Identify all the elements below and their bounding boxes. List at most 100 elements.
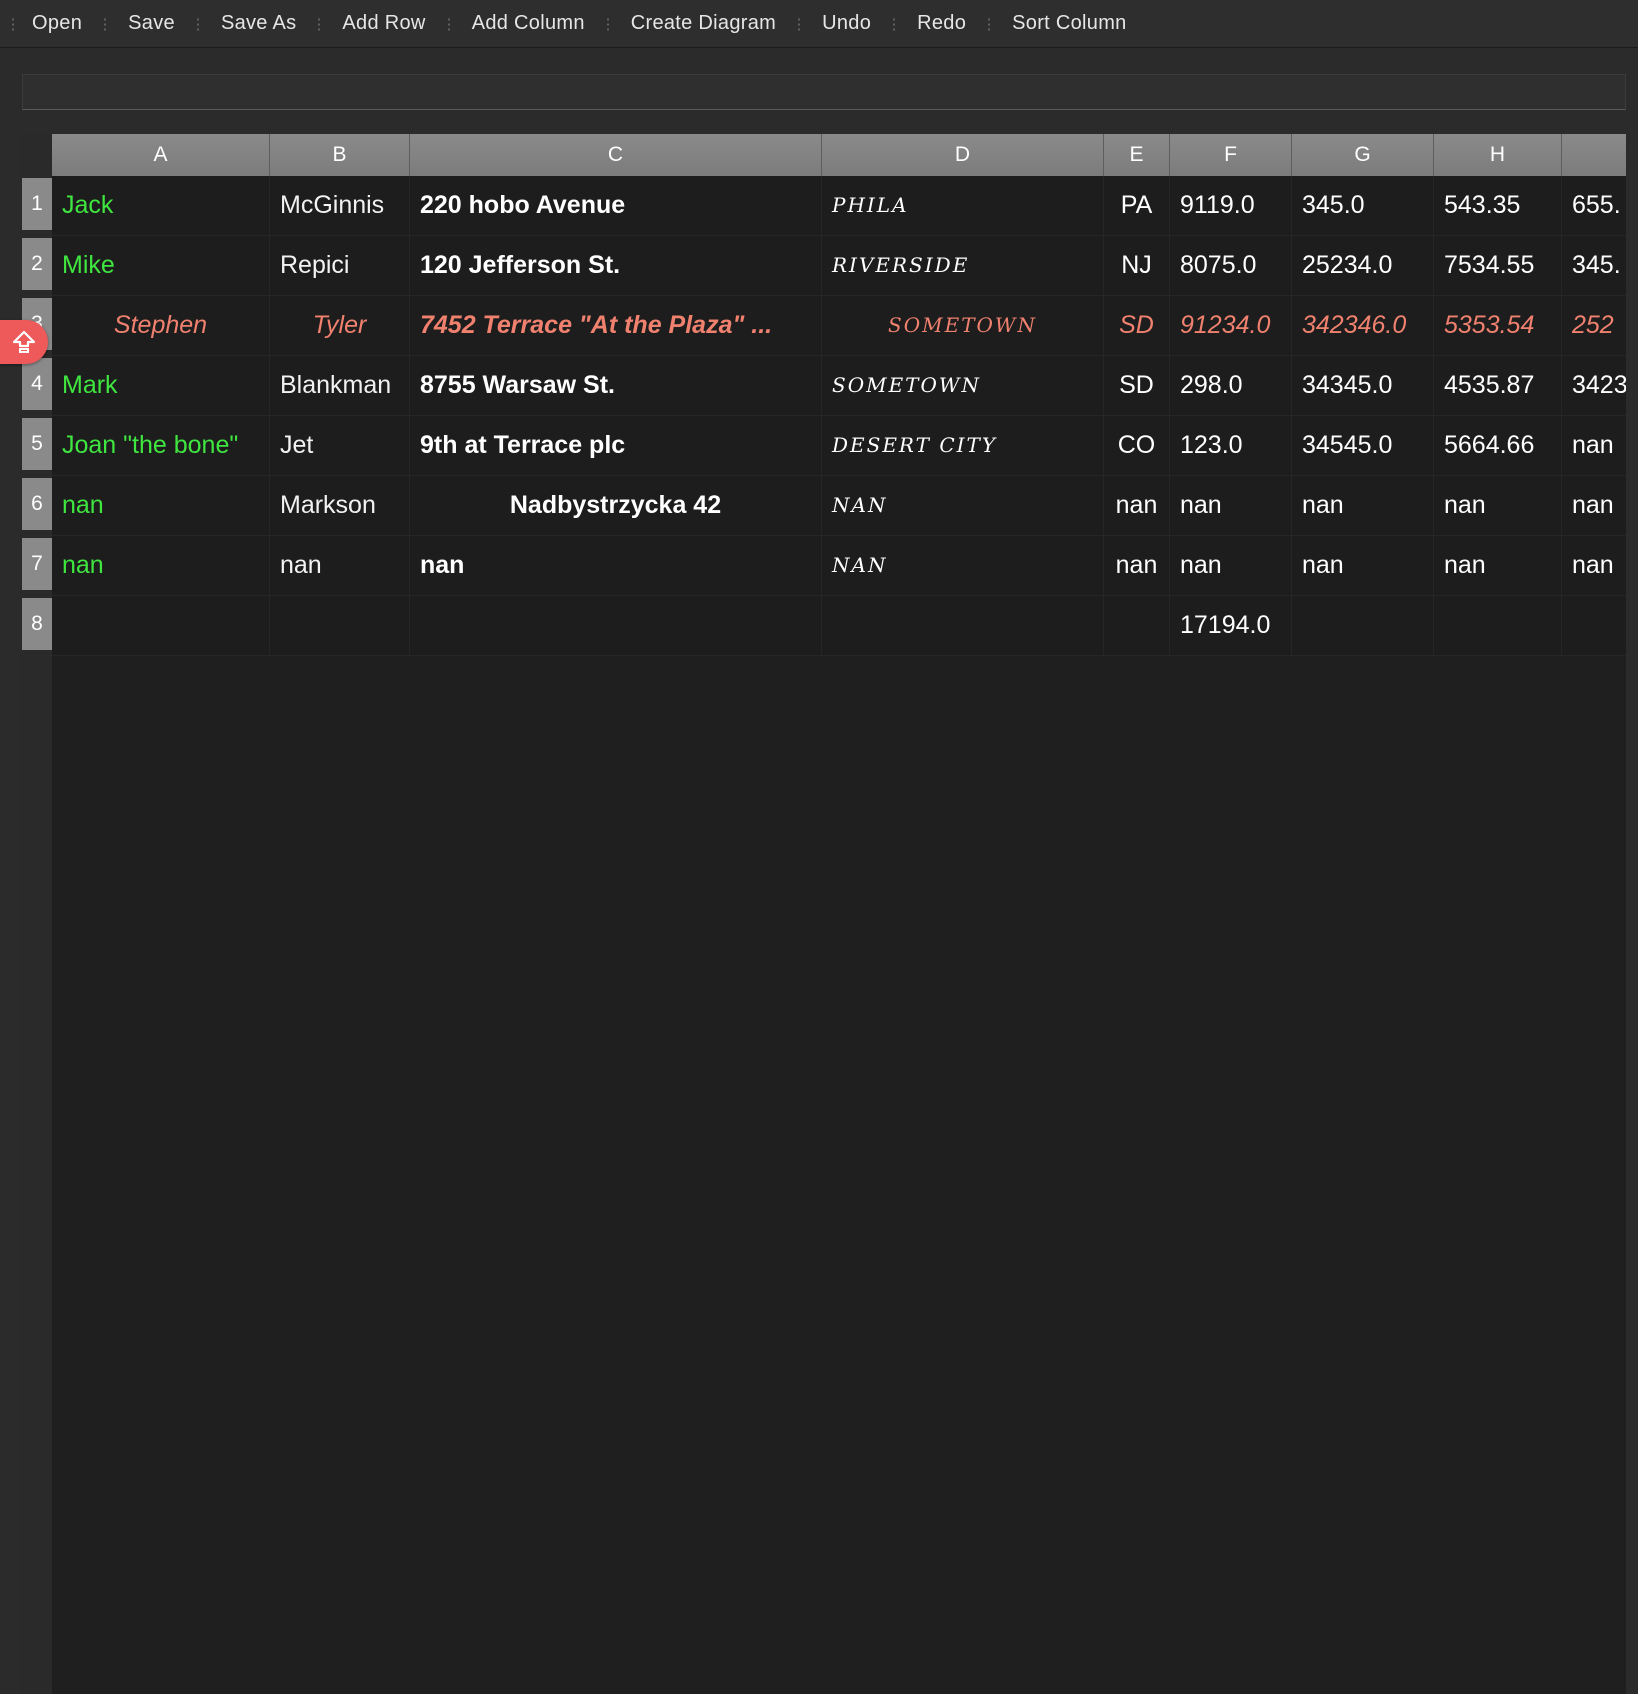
cell-d7[interactable]: nan [822, 536, 1104, 596]
cell-c2[interactable]: 120 Jefferson St. [410, 236, 822, 296]
cell-e8[interactable] [1104, 596, 1170, 656]
cell-f7[interactable]: nan [1170, 536, 1292, 596]
cell-a7[interactable]: nan [52, 536, 270, 596]
cell-c6[interactable]: Nadbystrzycka 42 [410, 476, 822, 536]
cell-h8[interactable] [1434, 596, 1562, 656]
cell-d5[interactable]: Desert City [822, 416, 1104, 476]
cell-g3[interactable]: 342346.0 [1292, 296, 1434, 356]
cell-e7[interactable]: nan [1104, 536, 1170, 596]
cell-g5[interactable]: 34545.0 [1292, 416, 1434, 476]
cell-c4[interactable]: 8755 Warsaw St. [410, 356, 822, 416]
cell-b8[interactable] [270, 596, 410, 656]
cell-i2[interactable]: 345. [1562, 236, 1626, 296]
cell-f3[interactable]: 91234.0 [1170, 296, 1292, 356]
cell-f2[interactable]: 8075.0 [1170, 236, 1292, 296]
cell-d6[interactable]: nan [822, 476, 1104, 536]
cell-b2[interactable]: Repici [270, 236, 410, 296]
cell-h1[interactable]: 543.35 [1434, 176, 1562, 236]
cell-h7[interactable]: nan [1434, 536, 1562, 596]
cell-f5[interactable]: 123.0 [1170, 416, 1292, 476]
save-button[interactable]: Save [128, 12, 175, 35]
cell-d1[interactable]: Phila [822, 176, 1104, 236]
cell-i4[interactable]: 3423 [1562, 356, 1626, 416]
cell-a4[interactable]: Mark [52, 356, 270, 416]
toolbar-separator [12, 16, 14, 31]
cell-b1[interactable]: McGinnis [270, 176, 410, 236]
cell-e4[interactable]: SD [1104, 356, 1170, 416]
cell-b5[interactable]: Jet [270, 416, 410, 476]
cell-g2[interactable]: 25234.0 [1292, 236, 1434, 296]
create-diagram-button[interactable]: Create Diagram [631, 12, 776, 35]
cell-g8[interactable] [1292, 596, 1434, 656]
cell-e6[interactable]: nan [1104, 476, 1170, 536]
cell-g7[interactable]: nan [1292, 536, 1434, 596]
cell-f8[interactable]: 17194.0 [1170, 596, 1292, 656]
cell-e3[interactable]: SD [1104, 296, 1170, 356]
cell-c3[interactable]: 7452 Terrace "At the Plaza" ... [410, 296, 822, 356]
column-header-f[interactable]: F [1170, 134, 1292, 176]
cell-g4[interactable]: 34345.0 [1292, 356, 1434, 416]
cell-i1[interactable]: 655. [1562, 176, 1626, 236]
cell-c5[interactable]: 9th at Terrace plc [410, 416, 822, 476]
add-row-button[interactable]: Add Row [342, 12, 425, 35]
cell-b3[interactable]: Tyler [270, 296, 410, 356]
cell-h3[interactable]: 5353.54 [1434, 296, 1562, 356]
row-header-7[interactable]: 7 [22, 538, 52, 594]
column-header-g[interactable]: G [1292, 134, 1434, 176]
cell-d4[interactable]: SomeTown [822, 356, 1104, 416]
cell-b7[interactable]: nan [270, 536, 410, 596]
cell-f4[interactable]: 298.0 [1170, 356, 1292, 416]
undo-button[interactable]: Undo [822, 12, 871, 35]
cell-a8[interactable] [52, 596, 270, 656]
cell-i8[interactable] [1562, 596, 1626, 656]
save-as-button[interactable]: Save As [221, 12, 296, 35]
cell-d2[interactable]: Riverside [822, 236, 1104, 296]
cell-e1[interactable]: PA [1104, 176, 1170, 236]
add-column-button[interactable]: Add Column [472, 12, 585, 35]
cell-c7[interactable]: nan [410, 536, 822, 596]
side-upload-button[interactable] [0, 320, 48, 364]
sort-column-button[interactable]: Sort Column [1012, 12, 1126, 35]
row-header-1[interactable]: 1 [22, 178, 52, 234]
row-header-2[interactable]: 2 [22, 238, 52, 294]
cell-i7[interactable]: nan [1562, 536, 1626, 596]
cell-i3[interactable]: 252 [1562, 296, 1626, 356]
cell-e5[interactable]: CO [1104, 416, 1170, 476]
column-header-i[interactable] [1562, 134, 1626, 176]
row-header-6[interactable]: 6 [22, 478, 52, 534]
cell-i6[interactable]: nan [1562, 476, 1626, 536]
cell-h4[interactable]: 4535.87 [1434, 356, 1562, 416]
column-header-e[interactable]: E [1104, 134, 1170, 176]
cell-f1[interactable]: 9119.0 [1170, 176, 1292, 236]
redo-button[interactable]: Redo [917, 12, 966, 35]
cell-f6[interactable]: nan [1170, 476, 1292, 536]
column-header-d[interactable]: D [822, 134, 1104, 176]
cell-d3[interactable]: SomeTown [822, 296, 1104, 356]
cell-a1[interactable]: Jack [52, 176, 270, 236]
cell-g6[interactable]: nan [1292, 476, 1434, 536]
column-header-c[interactable]: C [410, 134, 822, 176]
cell-h2[interactable]: 7534.55 [1434, 236, 1562, 296]
column-header-a[interactable]: A [52, 134, 270, 176]
cell-b4[interactable]: Blankman [270, 356, 410, 416]
cell-a6[interactable]: nan [52, 476, 270, 536]
cell-c8[interactable] [410, 596, 822, 656]
row-header-4[interactable]: 4 [22, 358, 52, 414]
cell-a5[interactable]: Joan "the bone" [52, 416, 270, 476]
column-header-h[interactable]: H [1434, 134, 1562, 176]
cell-d8[interactable] [822, 596, 1104, 656]
open-button[interactable]: Open [32, 12, 82, 35]
cell-g1[interactable]: 345.0 [1292, 176, 1434, 236]
cell-b6[interactable]: Markson [270, 476, 410, 536]
cell-i5[interactable]: nan [1562, 416, 1626, 476]
column-header-b[interactable]: B [270, 134, 410, 176]
row-header-5[interactable]: 5 [22, 418, 52, 474]
cell-h6[interactable]: nan [1434, 476, 1562, 536]
cell-a3[interactable]: Stephen [52, 296, 270, 356]
cell-a2[interactable]: Mike [52, 236, 270, 296]
cell-edit-field[interactable] [22, 74, 1626, 110]
row-header-8[interactable]: 8 [22, 598, 52, 654]
cell-h5[interactable]: 5664.66 [1434, 416, 1562, 476]
cell-c1[interactable]: 220 hobo Avenue [410, 176, 822, 236]
cell-e2[interactable]: NJ [1104, 236, 1170, 296]
